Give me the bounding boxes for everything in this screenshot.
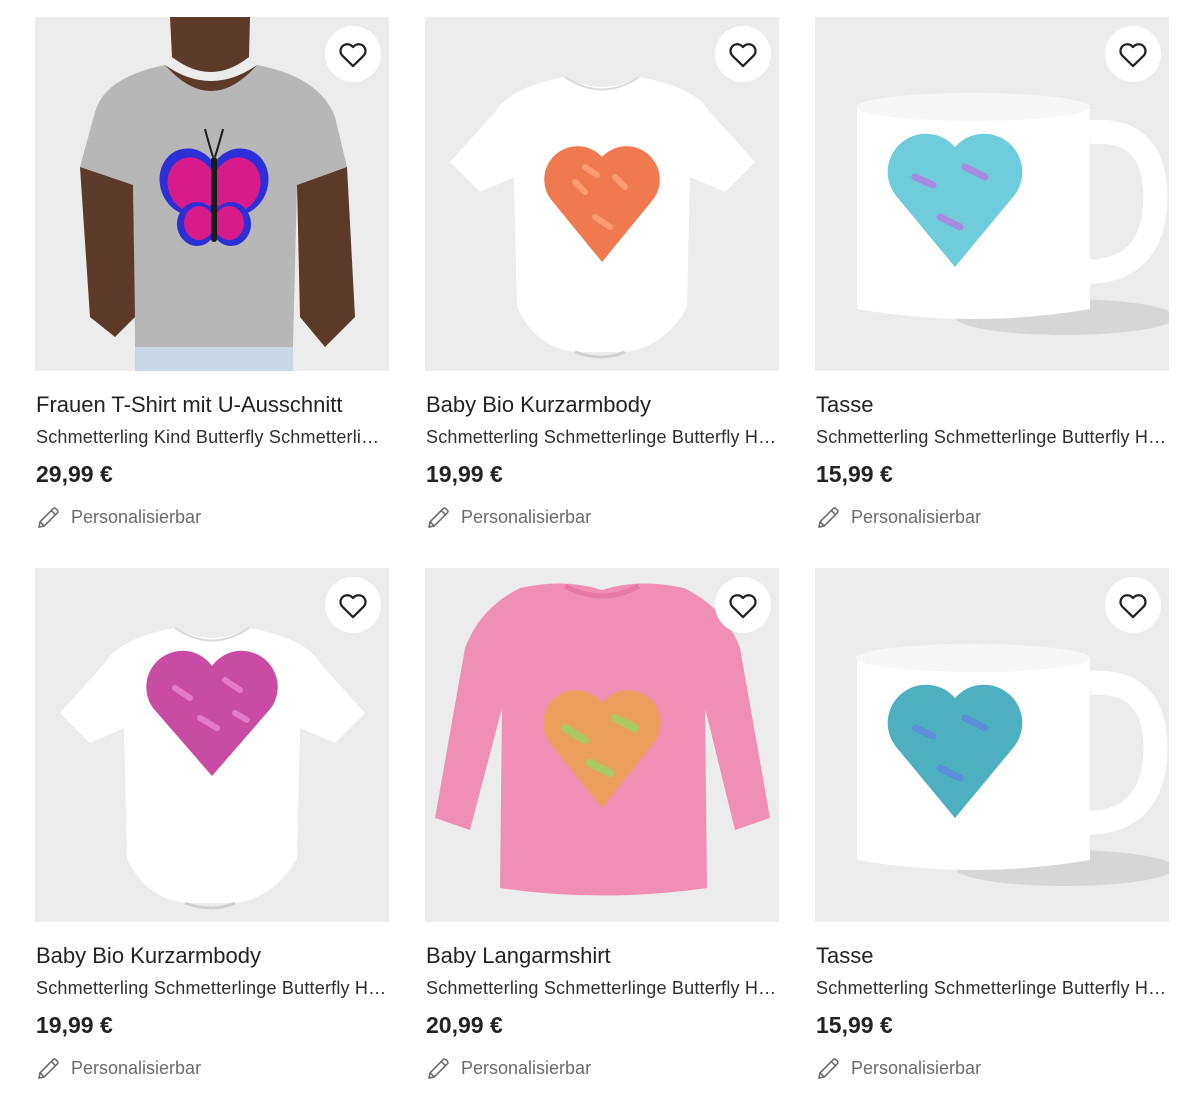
product-card[interactable]: Frauen T-Shirt mit U-Ausschnitt Schmette… [35,17,389,528]
personalize-link[interactable]: Personalisierbar [815,1055,1169,1082]
product-design-name[interactable]: Schmetterling Kind Butterfly Schmetterli… [36,425,388,449]
product-price: 19,99 € [426,461,503,487]
pencil-icon [818,507,839,528]
pencil-icon [428,1058,449,1079]
personalize-label: Personalisierbar [71,507,202,527]
product-image[interactable] [815,17,1169,371]
pencil-icon [38,1058,59,1079]
heart-outline-icon [1119,594,1147,619]
personalize-link[interactable]: Personalisierbar [425,1055,779,1082]
product-card[interactable]: Baby Langarmshirt Schmetterling Schmette… [425,568,779,1079]
heart-outline-icon [339,43,367,68]
product-price: 29,99 € [36,461,113,487]
product-card[interactable]: Tasse Schmetterling Schmetterlinge Butte… [815,17,1169,528]
product-card[interactable]: Tasse Schmetterling Schmetterlinge Butte… [815,568,1169,1079]
favorite-button[interactable] [715,26,771,82]
pencil-icon [428,507,449,528]
favorite-button[interactable] [1105,577,1161,633]
product-title[interactable]: Frauen T-Shirt mit U-Ausschnitt [36,390,389,420]
product-title[interactable]: Baby Bio Kurzarmbody [36,941,389,971]
personalize-label: Personalisierbar [461,507,592,527]
heart-outline-icon [729,43,757,68]
product-design-name[interactable]: Schmetterling Schmetterlinge Butterfly H… [816,425,1168,449]
personalize-label: Personalisierbar [461,1058,592,1078]
product-design-name[interactable]: Schmetterling Schmetterlinge Butterfly H… [816,976,1168,1000]
personalize-label: Personalisierbar [71,1058,202,1078]
favorite-button[interactable] [325,577,381,633]
product-design-name[interactable]: Schmetterling Schmetterlinge Butterfly H… [426,976,778,1000]
product-card[interactable]: Baby Bio Kurzarmbody Schmetterling Schme… [35,568,389,1079]
personalize-label: Personalisierbar [851,507,982,527]
favorite-button[interactable] [715,577,771,633]
product-title[interactable]: Tasse [816,390,1169,420]
product-image[interactable] [425,17,779,371]
product-price: 19,99 € [36,1012,113,1038]
personalize-link[interactable]: Personalisierbar [425,504,779,531]
favorite-button[interactable] [1105,26,1161,82]
favorite-button[interactable] [325,26,381,82]
product-image[interactable] [425,568,779,922]
product-title[interactable]: Baby Langarmshirt [426,941,779,971]
product-price: 20,99 € [426,1012,503,1038]
personalize-link[interactable]: Personalisierbar [815,504,1169,531]
personalize-link[interactable]: Personalisierbar [35,504,389,531]
product-price: 15,99 € [816,1012,893,1038]
pencil-icon [818,1058,839,1079]
heart-outline-icon [729,594,757,619]
product-design-name[interactable]: Schmetterling Schmetterlinge Butterfly H… [426,425,778,449]
product-image[interactable] [35,568,389,922]
product-image[interactable] [815,568,1169,922]
personalize-link[interactable]: Personalisierbar [35,1055,389,1082]
heart-outline-icon [339,594,367,619]
product-title[interactable]: Baby Bio Kurzarmbody [426,390,779,420]
product-title[interactable]: Tasse [816,941,1169,971]
product-grid: Frauen T-Shirt mit U-Ausschnitt Schmette… [35,17,1169,1079]
product-image[interactable] [35,17,389,371]
pencil-icon [38,507,59,528]
product-design-name[interactable]: Schmetterling Schmetterlinge Butterfly H… [36,976,388,1000]
product-card[interactable]: Baby Bio Kurzarmbody Schmetterling Schme… [425,17,779,528]
heart-outline-icon [1119,43,1147,68]
personalize-label: Personalisierbar [851,1058,982,1078]
product-price: 15,99 € [816,461,893,487]
